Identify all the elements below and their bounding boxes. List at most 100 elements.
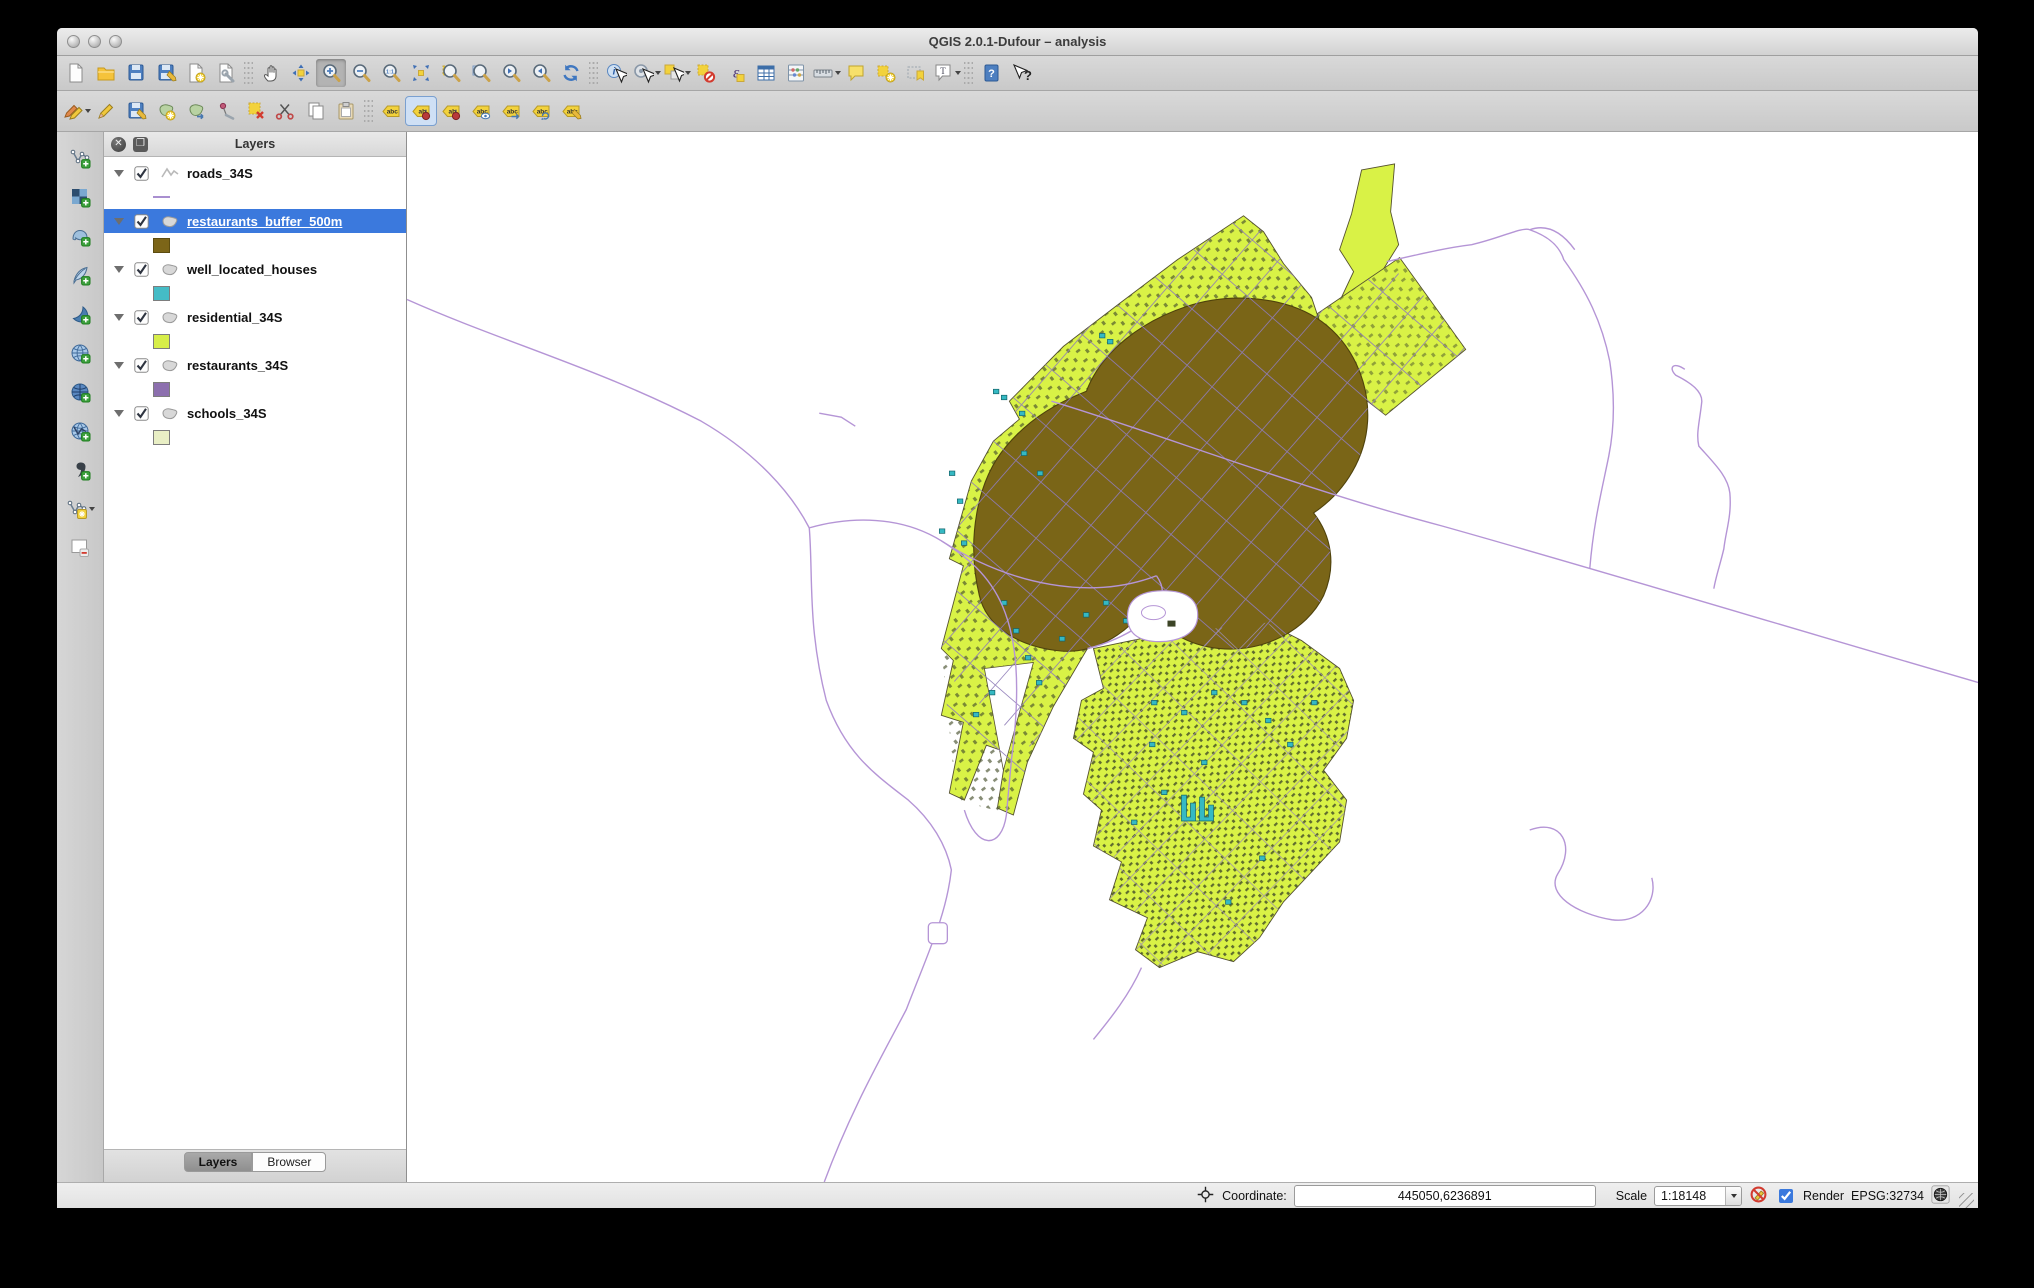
zoom-to-selection-icon[interactable] [436,59,466,87]
zoom-actual-size-icon[interactable]: 1:1 [376,59,406,87]
new-project-icon[interactable] [61,59,91,87]
expander-triangle-icon[interactable] [114,266,124,273]
select-by-expression-icon[interactable]: ε [721,59,751,87]
new-shapefile-layer-icon[interactable] [63,494,97,524]
text-annotation-icon[interactable]: T [931,59,961,87]
dropdown-arrow-icon[interactable] [955,71,961,75]
layer-visibility-checkbox[interactable] [134,166,149,181]
open-project-icon[interactable] [91,59,121,87]
label-pinned-icon[interactable]: ab [406,97,436,125]
dropdown-arrow-icon[interactable] [655,71,661,75]
add-spatialite-layer-icon[interactable] [63,260,97,290]
deselect-features-icon[interactable] [691,59,721,87]
delete-selected-icon[interactable] [241,97,271,125]
layer-symbol-swatch[interactable] [153,334,170,349]
add-raster-layer-icon[interactable] [63,182,97,212]
zoom-last-icon[interactable] [496,59,526,87]
map-tips-icon[interactable] [841,59,871,87]
layer-row-well_located_houses[interactable]: well_located_houses [104,257,406,281]
add-postgis-layer-icon[interactable] [63,221,97,251]
expander-triangle-icon[interactable] [114,170,124,177]
add-delimited-text-layer-icon[interactable] [63,455,97,485]
add-wfs-layer-icon[interactable] [63,416,97,446]
mouse-position-icon[interactable] [1196,1185,1215,1207]
cut-features-icon[interactable] [271,97,301,125]
show-bookmarks-icon[interactable] [901,59,931,87]
refresh-map-icon[interactable] [556,59,586,87]
tab-browser[interactable]: Browser [252,1152,326,1172]
pan-to-selection-icon[interactable] [286,59,316,87]
layer-symbol-swatch[interactable] [153,430,170,445]
coordinate-input[interactable] [1294,1185,1596,1207]
render-checkbox[interactable] [1779,1189,1793,1203]
layer-symbol-swatch[interactable] [153,286,170,301]
select-features-icon[interactable] [661,59,691,87]
minimize-window-button[interactable] [88,35,101,48]
expander-triangle-icon[interactable] [114,314,124,321]
tab-layers[interactable]: Layers [184,1152,253,1172]
close-window-button[interactable] [67,35,80,48]
layer-row-residential_34S[interactable]: residential_34S [104,305,406,329]
composer-manager-icon[interactable] [211,59,241,87]
layer-symbol-swatch[interactable] [153,196,170,198]
zoom-full-extent-icon[interactable] [406,59,436,87]
layer-row-schools_34S[interactable]: schools_34S [104,401,406,425]
dropdown-arrow-icon[interactable] [835,71,841,75]
toggle-editing-icon[interactable] [91,97,121,125]
save-project-as-icon[interactable] [151,59,181,87]
current-edits-icon[interactable] [61,97,91,125]
layer-symbol-swatch[interactable] [153,382,170,397]
expander-triangle-icon[interactable] [114,362,124,369]
layer-visibility-checkbox[interactable] [134,310,149,325]
label-rotate-icon[interactable]: abc [526,97,556,125]
label-toggle-display-icon[interactable]: abc [466,97,496,125]
panel-float-icon[interactable]: ❐ [133,137,148,152]
dropdown-arrow-icon[interactable] [89,507,95,511]
crs-globe-icon[interactable] [1931,1185,1950,1207]
layer-row-roads_34S[interactable]: roads_34S [104,161,406,185]
layer-visibility-checkbox[interactable] [134,406,149,421]
add-mssql-layer-icon[interactable] [63,299,97,329]
add-feature-icon[interactable] [151,97,181,125]
labeling-icon[interactable]: abc [376,97,406,125]
label-properties-icon[interactable]: abc [556,97,586,125]
add-wcs-layer-icon[interactable] [63,377,97,407]
paste-features-icon[interactable] [331,97,361,125]
node-tool-icon[interactable] [211,97,241,125]
title-bar[interactable]: QGIS 2.0.1-Dufour – analysis [57,28,1978,56]
zoom-in-icon[interactable] [316,59,346,87]
run-feature-action-icon[interactable] [631,59,661,87]
window-resize-grip[interactable] [1959,1193,1974,1208]
expander-triangle-icon[interactable] [114,410,124,417]
help-contents-icon[interactable]: ? [976,59,1006,87]
move-feature-icon[interactable] [181,97,211,125]
layer-row-restaurants_34S[interactable]: restaurants_34S [104,353,406,377]
zoom-out-icon[interactable] [346,59,376,87]
whats-this-icon[interactable]: ? [1006,59,1036,87]
scale-combobox[interactable]: 1:18148 [1654,1186,1742,1206]
measure-icon[interactable] [811,59,841,87]
pan-map-icon[interactable] [256,59,286,87]
dropdown-arrow-icon[interactable] [685,71,691,75]
layer-symbol-swatch[interactable] [153,238,170,253]
expander-triangle-icon[interactable] [114,218,124,225]
map-canvas[interactable] [407,132,1978,1182]
layer-row-restaurants_buffer_500m[interactable]: restaurants_buffer_500m [104,209,406,233]
open-attribute-table-icon[interactable] [751,59,781,87]
save-project-icon[interactable] [121,59,151,87]
layer-visibility-checkbox[interactable] [134,214,149,229]
identify-features-icon[interactable]: i [601,59,631,87]
label-move-icon[interactable]: abc [496,97,526,125]
layer-visibility-checkbox[interactable] [134,262,149,277]
zoom-window-button[interactable] [109,35,122,48]
remove-layer-icon[interactable] [63,533,97,563]
dropdown-arrow-icon[interactable] [85,109,91,113]
stop-render-icon[interactable] [1749,1185,1768,1207]
scale-dropdown-arrow[interactable] [1725,1187,1741,1205]
add-vector-layer-icon[interactable] [63,143,97,173]
field-calculator-icon[interactable] [781,59,811,87]
panel-close-icon[interactable]: ✕ [111,137,126,152]
new-bookmark-icon[interactable] [871,59,901,87]
label-pin-icon[interactable]: ab [436,97,466,125]
zoom-next-icon[interactable] [526,59,556,87]
